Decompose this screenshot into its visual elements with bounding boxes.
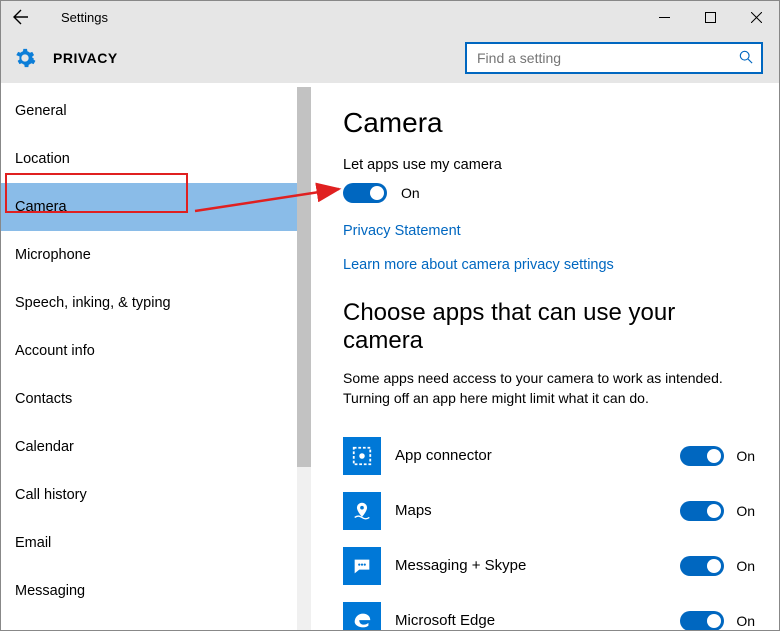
sidebar-item-microphone[interactable]: Microphone	[1, 231, 311, 279]
sidebar: General Location Camera Microphone Speec…	[1, 87, 311, 630]
arrow-left-icon	[13, 9, 29, 25]
section-apps-title: Choose apps that can use your camera	[343, 299, 761, 355]
app-row: Microsoft Edge On	[343, 593, 761, 630]
sidebar-item-label: Messaging	[15, 583, 85, 599]
sidebar-item-contacts[interactable]: Contacts	[1, 375, 311, 423]
minimize-button[interactable]	[641, 1, 687, 33]
learn-more-link[interactable]: Learn more about camera privacy settings	[343, 257, 761, 273]
app-toggle-state: On	[736, 558, 755, 574]
app-toggle[interactable]	[680, 611, 724, 630]
maximize-icon	[705, 12, 716, 23]
app-toggle[interactable]	[680, 446, 724, 466]
close-button[interactable]	[733, 1, 779, 33]
search-input[interactable]	[475, 49, 739, 67]
sidebar-item-call-history[interactable]: Call history	[1, 471, 311, 519]
sidebar-item-general[interactable]: General	[1, 87, 311, 135]
maximize-button[interactable]	[687, 1, 733, 33]
sidebar-item-location[interactable]: Location	[1, 135, 311, 183]
sidebar-item-messaging[interactable]: Messaging	[1, 567, 311, 615]
back-button[interactable]	[1, 1, 41, 33]
sidebar-item-label: Speech, inking, & typing	[15, 295, 171, 311]
app-toggle[interactable]	[680, 501, 724, 521]
messaging-skype-icon	[343, 547, 381, 585]
app-name: App connector	[395, 447, 680, 464]
privacy-statement-link[interactable]: Privacy Statement	[343, 223, 761, 239]
section-apps-description: Some apps need access to your camera to …	[343, 369, 753, 408]
gear-icon	[13, 46, 37, 70]
sidebar-item-speech[interactable]: Speech, inking, & typing	[1, 279, 311, 327]
edge-icon	[343, 602, 381, 630]
sidebar-item-camera[interactable]: Camera	[1, 183, 311, 231]
close-icon	[751, 12, 762, 23]
app-toggle-state: On	[736, 503, 755, 519]
page-title: Camera	[343, 107, 761, 139]
master-toggle-state: On	[401, 185, 420, 201]
sidebar-item-label: Email	[15, 535, 51, 551]
sidebar-scrollbar-thumb[interactable]	[297, 87, 311, 467]
app-toggle[interactable]	[680, 556, 724, 576]
app-toggle-state: On	[736, 613, 755, 629]
titlebar: Settings	[1, 1, 779, 33]
sidebar-item-calendar[interactable]: Calendar	[1, 423, 311, 471]
app-connector-icon	[343, 437, 381, 475]
app-name: Maps	[395, 502, 680, 519]
sidebar-item-label: Contacts	[15, 391, 72, 407]
app-row: Maps On	[343, 483, 761, 538]
header: PRIVACY	[1, 33, 779, 83]
app-row: Messaging + Skype On	[343, 538, 761, 593]
minimize-icon	[659, 12, 670, 23]
settings-window: Settings PRIVACY General	[0, 0, 780, 631]
sidebar-item-label: Location	[15, 151, 70, 167]
search-icon	[739, 50, 753, 67]
sidebar-item-label: Call history	[15, 487, 87, 503]
sidebar-item-label: Camera	[15, 199, 67, 215]
search-box[interactable]	[465, 42, 763, 74]
sidebar-item-account-info[interactable]: Account info	[1, 327, 311, 375]
content-pane: Camera Let apps use my camera On Privacy…	[311, 87, 779, 630]
master-toggle-label: Let apps use my camera	[343, 157, 761, 173]
sidebar-item-radios[interactable]: Radios	[1, 615, 311, 630]
window-title: Settings	[61, 10, 108, 25]
app-row: App connector On	[343, 428, 761, 483]
sidebar-item-label: Microphone	[15, 247, 91, 263]
sidebar-item-label: Calendar	[15, 439, 74, 455]
master-camera-toggle[interactable]	[343, 183, 387, 203]
app-name: Microsoft Edge	[395, 612, 680, 629]
category-title: PRIVACY	[53, 50, 118, 66]
maps-icon	[343, 492, 381, 530]
app-name: Messaging + Skype	[395, 557, 680, 574]
sidebar-item-label: Account info	[15, 343, 95, 359]
sidebar-item-label: General	[15, 103, 67, 119]
sidebar-item-email[interactable]: Email	[1, 519, 311, 567]
app-toggle-state: On	[736, 448, 755, 464]
